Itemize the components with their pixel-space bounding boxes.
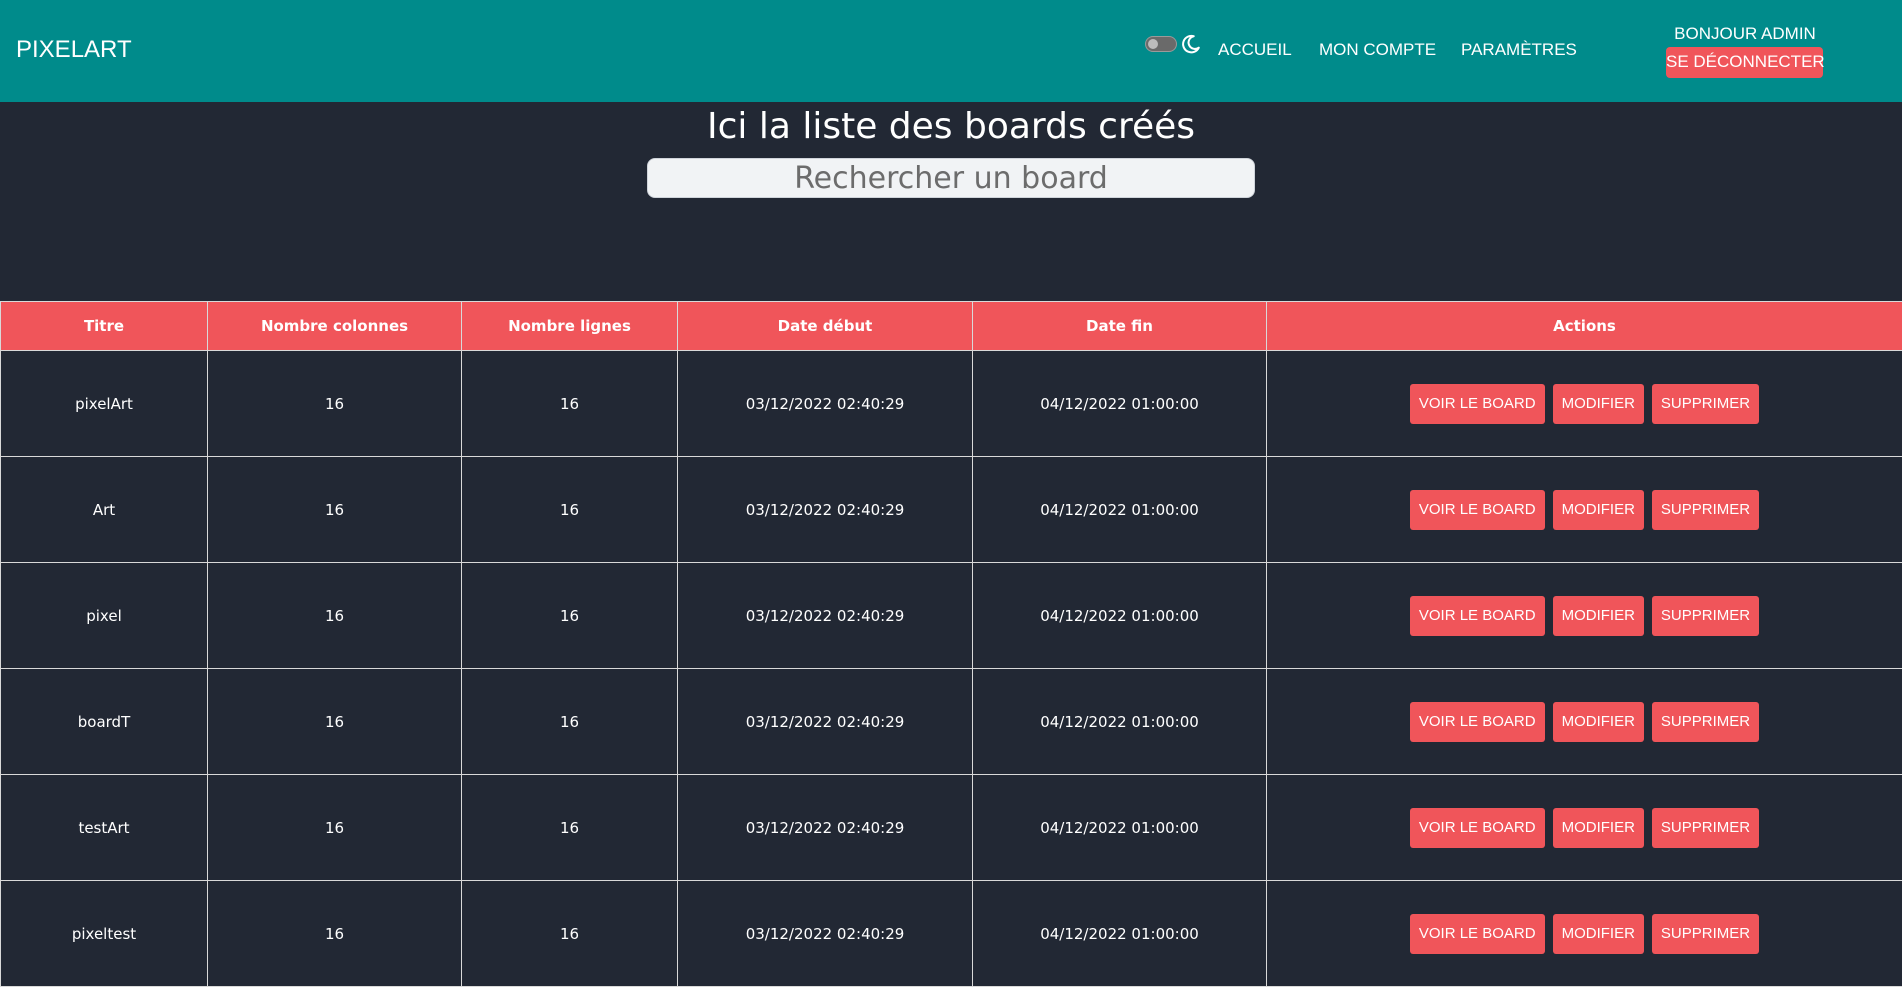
table-header-row: Titre Nombre colonnes Nombre lignes Date… [1, 302, 1902, 351]
delete-board-button[interactable]: SUPPRIMER [1652, 596, 1759, 636]
view-board-button[interactable]: VOIR LE BOARD [1410, 702, 1545, 742]
table-row: Art 16 16 03/12/2022 02:40:29 04/12/2022… [1, 457, 1902, 563]
edit-board-button[interactable]: MODIFIER [1553, 702, 1644, 742]
cell-start-date: 03/12/2022 02:40:29 [678, 457, 973, 563]
cell-columns: 16 [208, 669, 462, 775]
cell-actions: VOIR LE BOARDMODIFIERSUPPRIMER [1267, 669, 1902, 775]
cell-title: pixelArt [1, 351, 208, 457]
cell-rows: 16 [462, 669, 678, 775]
nav-mon-compte-link[interactable]: MON COMPTE [1319, 40, 1436, 60]
logout-button[interactable]: SE DÉCONNECTER [1666, 47, 1823, 78]
toggle-knob [1148, 39, 1158, 49]
cell-rows: 16 [462, 775, 678, 881]
table-row: boardT 16 16 03/12/2022 02:40:29 04/12/2… [1, 669, 1902, 775]
column-header-date-debut: Date début [678, 302, 973, 351]
cell-end-date: 04/12/2022 01:00:00 [973, 351, 1267, 457]
cell-title: pixel [1, 563, 208, 669]
cell-actions: VOIR LE BOARDMODIFIERSUPPRIMER [1267, 457, 1902, 563]
delete-board-button[interactable]: SUPPRIMER [1652, 490, 1759, 530]
cell-columns: 16 [208, 775, 462, 881]
cell-rows: 16 [462, 457, 678, 563]
cell-end-date: 04/12/2022 01:00:00 [973, 669, 1267, 775]
column-header-nombre-lignes: Nombre lignes [462, 302, 678, 351]
column-header-actions: Actions [1267, 302, 1902, 351]
view-board-button[interactable]: VOIR LE BOARD [1410, 808, 1545, 848]
view-board-button[interactable]: VOIR LE BOARD [1410, 384, 1545, 424]
edit-board-button[interactable]: MODIFIER [1553, 808, 1644, 848]
cell-start-date: 03/12/2022 02:40:29 [678, 669, 973, 775]
cell-title: Art [1, 457, 208, 563]
cell-end-date: 04/12/2022 01:00:00 [973, 457, 1267, 563]
theme-toggle-switch[interactable] [1145, 36, 1177, 52]
nav-parametres-link[interactable]: PARAMÈTRES [1461, 40, 1577, 60]
cell-end-date: 04/12/2022 01:00:00 [973, 775, 1267, 881]
brand-logo[interactable]: PIXELART [16, 36, 132, 64]
user-greeting: BONJOUR ADMIN [1665, 24, 1825, 44]
view-board-button[interactable]: VOIR LE BOARD [1410, 490, 1545, 530]
page-title: Ici la liste des boards créés [0, 103, 1902, 151]
edit-board-button[interactable]: MODIFIER [1553, 596, 1644, 636]
cell-actions: VOIR LE BOARDMODIFIERSUPPRIMER [1267, 351, 1902, 457]
cell-start-date: 03/12/2022 02:40:29 [678, 563, 973, 669]
cell-columns: 16 [208, 563, 462, 669]
column-header-date-fin: Date fin [973, 302, 1267, 351]
nav-accueil-link[interactable]: ACCUEIL [1218, 40, 1292, 60]
board-search-input[interactable] [647, 158, 1255, 198]
delete-board-button[interactable]: SUPPRIMER [1652, 808, 1759, 848]
edit-board-button[interactable]: MODIFIER [1553, 490, 1644, 530]
cell-actions: VOIR LE BOARDMODIFIERSUPPRIMER [1267, 775, 1902, 881]
cell-title: boardT [1, 669, 208, 775]
cell-columns: 16 [208, 351, 462, 457]
delete-board-button[interactable]: SUPPRIMER [1652, 702, 1759, 742]
table-row: pixel 16 16 03/12/2022 02:40:29 04/12/20… [1, 563, 1902, 669]
edit-board-button[interactable]: MODIFIER [1553, 384, 1644, 424]
top-navbar: PIXELART ACCUEIL MON COMPTE PARAMÈTRES B… [0, 0, 1902, 102]
cell-start-date: 03/12/2022 02:40:29 [678, 775, 973, 881]
cell-rows: 16 [462, 351, 678, 457]
table-row: pixelArt 16 16 03/12/2022 02:40:29 04/12… [1, 351, 1902, 457]
delete-board-button[interactable]: SUPPRIMER [1652, 384, 1759, 424]
cell-end-date: 04/12/2022 01:00:00 [973, 563, 1267, 669]
cell-rows: 16 [462, 563, 678, 669]
cell-columns: 16 [208, 457, 462, 563]
cell-title: testArt [1, 775, 208, 881]
table-row: testArt 16 16 03/12/2022 02:40:29 04/12/… [1, 775, 1902, 881]
view-board-button[interactable]: VOIR LE BOARD [1410, 596, 1545, 636]
cell-actions: VOIR LE BOARDMODIFIERSUPPRIMER [1267, 563, 1902, 669]
cell-start-date: 03/12/2022 02:40:29 [678, 351, 973, 457]
boards-table: Titre Nombre colonnes Nombre lignes Date… [0, 301, 1902, 987]
column-header-titre: Titre [1, 302, 208, 351]
column-header-nombre-colonnes: Nombre colonnes [208, 302, 462, 351]
moon-icon[interactable] [1180, 33, 1202, 55]
